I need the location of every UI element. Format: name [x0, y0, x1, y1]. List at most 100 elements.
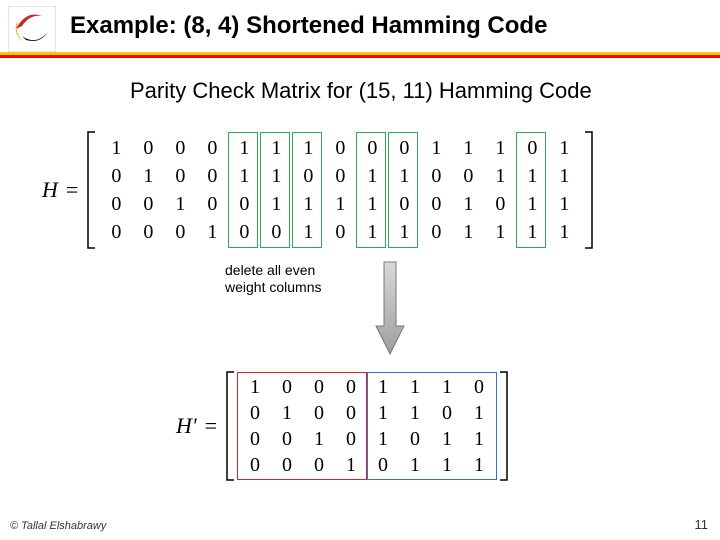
matrix-cell: 0	[356, 134, 388, 162]
matrix-cell: 1	[335, 452, 367, 478]
matrix-cell: 1	[548, 134, 580, 162]
matrix-cell: 1	[100, 134, 132, 162]
matrix-cell: 0	[335, 400, 367, 426]
matrix-cell: 0	[228, 190, 260, 218]
matrix-cell: 1	[420, 134, 452, 162]
bracket-left-icon	[225, 370, 235, 482]
delete-note-line2: weight columns	[225, 279, 322, 296]
matrix-cell: 1	[548, 218, 580, 246]
bracket-right-icon	[499, 370, 509, 482]
matrix-cell: 0	[239, 452, 271, 478]
matrix-cell: 1	[431, 452, 463, 478]
matrix-cell: 0	[132, 134, 164, 162]
matrix-cell: 0	[239, 426, 271, 452]
header: Example: (8, 4) Shortened Hamming Code	[0, 0, 720, 60]
matrix-h: H = 100011100011101010011001100111001001…	[42, 130, 594, 250]
page-number: 11	[695, 517, 709, 532]
matrix-cell: 1	[548, 162, 580, 190]
matrix-cell: 0	[303, 400, 335, 426]
matrix-cell: 1	[452, 218, 484, 246]
matrix-cell: 1	[303, 426, 335, 452]
matrix-cell: 1	[484, 134, 516, 162]
matrix-cell: 0	[271, 374, 303, 400]
matrix-h-prime-label: H'	[176, 413, 197, 439]
matrix-cell: 0	[303, 452, 335, 478]
matrix-cell: 1	[367, 426, 399, 452]
matrix-cell: 0	[324, 134, 356, 162]
matrix-cell: 1	[292, 190, 324, 218]
matrix-cell: 0	[420, 162, 452, 190]
matrix-cell: 1	[431, 374, 463, 400]
underline-red	[0, 55, 720, 58]
slide: Example: (8, 4) Shortened Hamming Code P…	[0, 0, 720, 540]
logo-icon	[8, 6, 56, 52]
matrix-cell: 0	[324, 162, 356, 190]
matrix-cell: 0	[431, 400, 463, 426]
matrix-cell: 0	[388, 134, 420, 162]
matrix-h-prime-table: 10001110010011010010101100010111	[239, 374, 495, 478]
matrix-cell: 1	[356, 162, 388, 190]
matrix-cell: 0	[196, 134, 228, 162]
bracket-left-icon	[86, 130, 96, 250]
matrix-cell: 0	[463, 374, 495, 400]
matrix-cell: 1	[260, 134, 292, 162]
matrix-h-table: 1000111000111010100110011001110010011110…	[100, 134, 580, 246]
equals-sign: =	[66, 177, 78, 203]
matrix-cell: 1	[260, 162, 292, 190]
matrix-cell: 0	[228, 218, 260, 246]
matrix-cell: 0	[367, 452, 399, 478]
matrix-cell: 0	[420, 218, 452, 246]
matrix-cell: 0	[260, 218, 292, 246]
matrix-cell: 0	[132, 190, 164, 218]
matrix-cell: 0	[164, 134, 196, 162]
matrix-cell: 0	[239, 400, 271, 426]
matrix-cell: 1	[463, 452, 495, 478]
matrix-cell: 0	[271, 426, 303, 452]
matrix-cell: 0	[420, 190, 452, 218]
matrix-cell: 0	[324, 218, 356, 246]
matrix-cell: 1	[292, 134, 324, 162]
matrix-cell: 1	[388, 162, 420, 190]
matrix-cell: 0	[292, 162, 324, 190]
matrix-cell: 0	[484, 190, 516, 218]
matrix-cell: 1	[484, 162, 516, 190]
matrix-cell: 1	[484, 218, 516, 246]
matrix-cell: 0	[132, 218, 164, 246]
matrix-h-prime: H' = 10001110010011010010101100010111	[176, 370, 509, 482]
matrix-cell: 1	[548, 190, 580, 218]
matrix-cell: 1	[516, 190, 548, 218]
matrix-cell: 0	[100, 190, 132, 218]
matrix-cell: 1	[324, 190, 356, 218]
matrix-cell: 1	[228, 134, 260, 162]
matrix-cell: 0	[271, 452, 303, 478]
matrix-cell: 1	[399, 374, 431, 400]
matrix-cell: 0	[164, 218, 196, 246]
arrow-down-icon	[370, 260, 410, 360]
matrix-cell: 1	[452, 134, 484, 162]
subtitle: Parity Check Matrix for (15, 11) Hamming…	[130, 78, 592, 104]
matrix-cell: 0	[335, 426, 367, 452]
matrix-cell: 1	[367, 374, 399, 400]
matrix-cell: 0	[164, 162, 196, 190]
matrix-cell: 0	[100, 218, 132, 246]
matrix-cell: 1	[239, 374, 271, 400]
matrix-cell: 1	[516, 162, 548, 190]
matrix-h-label: H	[42, 177, 58, 203]
matrix-cell: 1	[367, 400, 399, 426]
matrix-cell: 1	[452, 190, 484, 218]
matrix-cell: 1	[164, 190, 196, 218]
matrix-cell: 0	[335, 374, 367, 400]
matrix-cell: 0	[388, 190, 420, 218]
slide-title: Example: (8, 4) Shortened Hamming Code	[70, 12, 547, 40]
matrix-cell: 1	[271, 400, 303, 426]
matrix-cell: 1	[463, 426, 495, 452]
matrix-cell: 1	[399, 400, 431, 426]
matrix-cell: 1	[516, 218, 548, 246]
matrix-cell: 1	[228, 162, 260, 190]
matrix-cell: 1	[196, 218, 228, 246]
delete-note-line1: delete all even	[225, 262, 322, 279]
matrix-cell: 1	[463, 400, 495, 426]
matrix-cell: 0	[303, 374, 335, 400]
delete-note: delete all even weight columns	[225, 262, 322, 296]
matrix-cell: 1	[260, 190, 292, 218]
